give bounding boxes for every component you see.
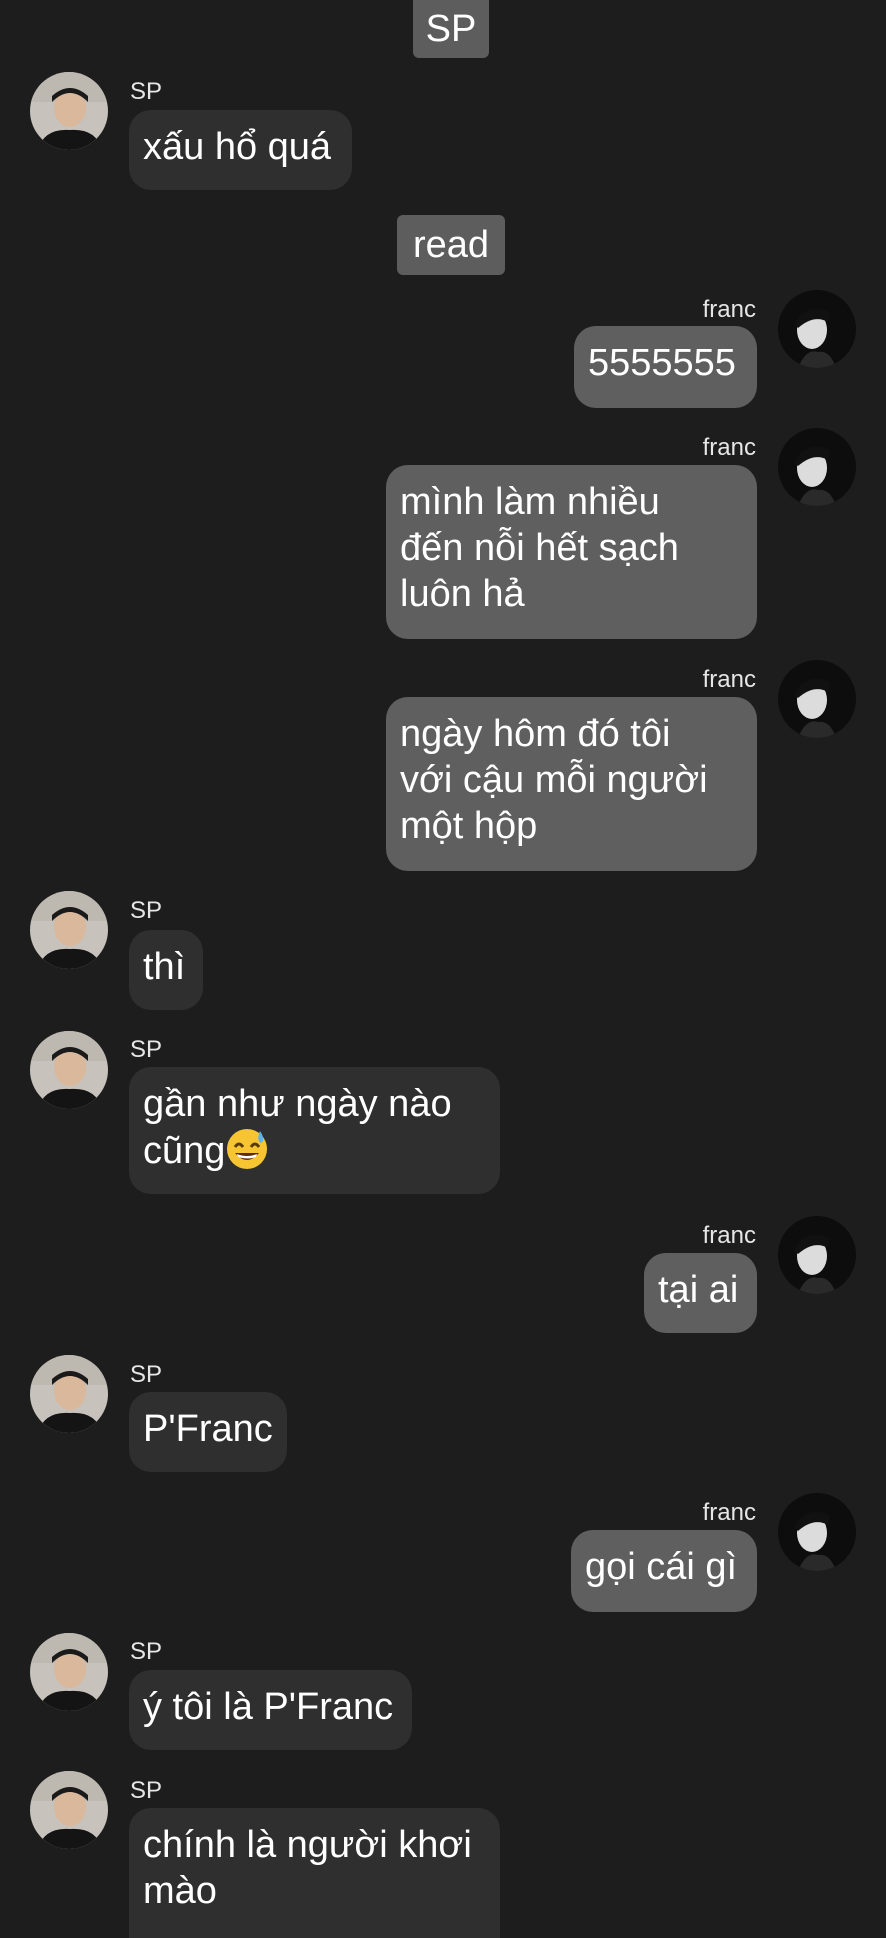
message-line: một hộp xyxy=(400,805,538,847)
sender-name: SP xyxy=(130,78,163,105)
message-line: ngày hôm đó tôi xyxy=(400,713,671,755)
sender-name: SP xyxy=(130,1036,163,1063)
sender-name: SP xyxy=(130,897,163,924)
sender-name: SP xyxy=(130,1638,163,1665)
message-bubble[interactable]: gần như ngày nào cũng xyxy=(129,1067,500,1194)
message-bubble[interactable]: 5555555 xyxy=(574,326,757,408)
message-line: mình làm nhiều xyxy=(400,481,660,523)
message-line: luôn hả xyxy=(400,573,525,615)
message-bubble[interactable]: ý tôi là P'Franc xyxy=(129,1670,412,1750)
message-line: cũng xyxy=(143,1127,486,1174)
message-bubble[interactable]: xấu hổ quá xyxy=(129,110,352,190)
message-line: gần như ngày nào xyxy=(143,1083,452,1125)
message-line: chính là người khơi xyxy=(143,1824,472,1866)
avatar-franc[interactable] xyxy=(778,1493,856,1571)
message-bubble[interactable]: mình làm nhiều đến nỗi hết sạch luôn hả xyxy=(386,465,757,639)
sender-name: franc xyxy=(702,434,756,461)
avatar-sp[interactable] xyxy=(30,1633,108,1711)
grinning-sweat-emoji xyxy=(227,1129,268,1169)
avatar-sp[interactable] xyxy=(30,1031,108,1109)
read-receipt-chip: read xyxy=(397,215,505,275)
sender-name: franc xyxy=(702,1499,756,1526)
sender-name: franc xyxy=(702,1222,756,1249)
sender-name: SP xyxy=(130,1777,163,1804)
message-bubble[interactable]: gọi cái gì xyxy=(571,1530,757,1612)
avatar-franc[interactable] xyxy=(778,660,856,738)
avatar-sp[interactable] xyxy=(30,891,108,969)
message-bubble[interactable]: tại ai xyxy=(644,1253,757,1333)
avatar-franc[interactable] xyxy=(778,428,856,506)
avatar-sp[interactable] xyxy=(30,1771,108,1849)
sender-name: franc xyxy=(702,666,756,693)
avatar-sp[interactable] xyxy=(30,1355,108,1433)
message-bubble[interactable]: thì xyxy=(129,930,203,1010)
message-line: mào xyxy=(143,1870,217,1912)
sender-name: SP xyxy=(130,1361,163,1388)
sender-chip: SP xyxy=(413,0,489,58)
avatar-franc[interactable] xyxy=(778,290,856,368)
message-bubble[interactable]: ngày hôm đó tôi với cậu mỗi người một hộ… xyxy=(386,697,757,871)
avatar-franc[interactable] xyxy=(778,1216,856,1294)
message-bubble[interactable]: P'Franc xyxy=(129,1392,287,1472)
message-line: đến nỗi hết sạch xyxy=(400,527,679,569)
sender-name: franc xyxy=(702,296,756,323)
message-bubble[interactable]: chính là người khơi mào xyxy=(129,1808,500,1938)
avatar-sp[interactable] xyxy=(30,72,108,150)
message-line: với cậu mỗi người xyxy=(400,759,708,801)
